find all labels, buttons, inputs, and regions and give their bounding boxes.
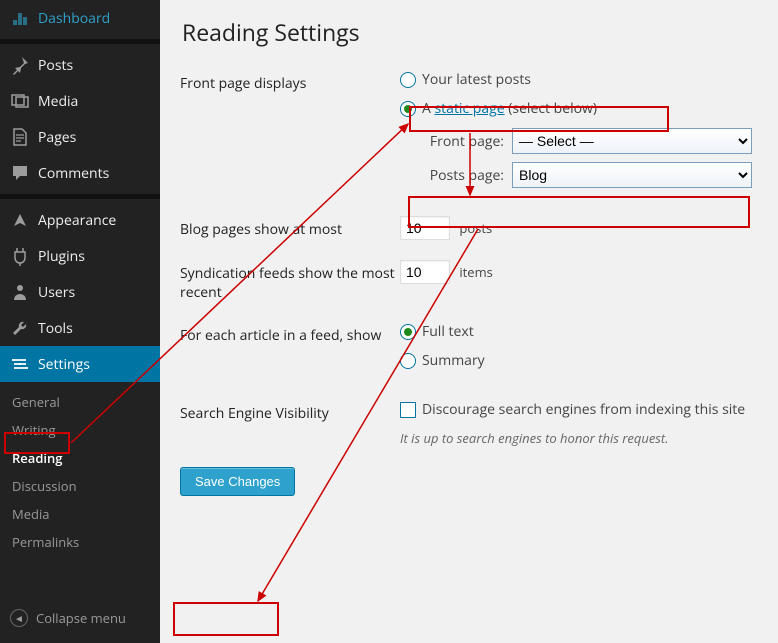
radio-summary-label: Summary — [422, 351, 485, 370]
search-engine-label: Search Engine Visibility — [180, 400, 400, 423]
static-page-link[interactable]: static page — [435, 99, 505, 118]
sidebar-label: Tools — [38, 319, 73, 338]
sidebar-item-users[interactable]: Users — [0, 274, 160, 310]
pin-icon — [10, 55, 30, 75]
sidebar-label: Dashboard — [38, 9, 110, 28]
sidebar-item-posts[interactable]: Posts — [0, 47, 160, 83]
sidebar-item-pages[interactable]: Pages — [0, 119, 160, 155]
users-icon — [10, 282, 30, 302]
submenu-media[interactable]: Media — [0, 500, 160, 528]
posts-page-select[interactable]: Blog — [512, 162, 752, 188]
front-page-select[interactable]: — Select — — [512, 128, 752, 154]
dashboard-icon — [10, 8, 30, 28]
sidebar-label: Posts — [38, 56, 73, 75]
submenu-permalinks[interactable]: Permalinks — [0, 528, 160, 556]
pages-icon — [10, 127, 30, 147]
sidebar-label: Media — [38, 92, 78, 111]
sidebar-item-tools[interactable]: Tools — [0, 310, 160, 346]
checkbox-discourage[interactable] — [400, 402, 416, 418]
appearance-icon — [10, 210, 30, 230]
search-engine-desc: It is up to search engines to honor this… — [400, 429, 758, 447]
submenu-general[interactable]: General — [0, 388, 160, 416]
radio-full-text-label: Full text — [422, 322, 474, 341]
radio-static-page-label: A static page (select below) — [422, 99, 597, 118]
syndication-label: Syndication feeds show the most recent — [180, 260, 400, 302]
sidebar-label: Comments — [38, 164, 109, 183]
settings-submenu: General Writing Reading Discussion Media… — [0, 382, 160, 564]
radio-full-text[interactable] — [400, 324, 416, 340]
front-page-displays-label: Front page displays — [180, 70, 400, 93]
settings-icon — [10, 354, 30, 374]
sidebar-label: Pages — [38, 128, 76, 147]
sidebar-label: Plugins — [38, 247, 85, 266]
syndication-unit: items — [459, 263, 492, 281]
sidebar-item-comments[interactable]: Comments — [0, 155, 160, 191]
sidebar-label: Settings — [38, 355, 90, 374]
radio-latest-posts-label: Your latest posts — [422, 70, 531, 89]
plugins-icon — [10, 246, 30, 266]
admin-sidebar: Dashboard Posts Media Pages Comments App… — [0, 0, 160, 643]
sidebar-item-appearance[interactable]: Appearance — [0, 202, 160, 238]
posts-page-select-label: Posts page: — [422, 166, 504, 185]
main-content: Reading Settings Front page displays You… — [160, 0, 778, 643]
blog-pages-label: Blog pages show at most — [180, 216, 400, 239]
tools-icon — [10, 318, 30, 338]
sidebar-item-media[interactable]: Media — [0, 83, 160, 119]
collapse-label: Collapse menu — [36, 609, 126, 627]
sidebar-item-plugins[interactable]: Plugins — [0, 238, 160, 274]
radio-static-page[interactable] — [400, 101, 416, 117]
front-page-select-label: Front page: — [422, 132, 504, 151]
blog-pages-input[interactable] — [400, 216, 450, 240]
blog-pages-unit: posts — [459, 219, 492, 237]
syndication-input[interactable] — [400, 260, 450, 284]
page-title: Reading Settings — [182, 16, 758, 48]
submenu-discussion[interactable]: Discussion — [0, 472, 160, 500]
radio-latest-posts[interactable] — [400, 72, 416, 88]
article-feed-label: For each article in a feed, show — [180, 322, 400, 345]
collapse-menu[interactable]: ◄ Collapse menu — [0, 601, 136, 635]
radio-summary[interactable] — [400, 353, 416, 369]
checkbox-discourage-label: Discourage search engines from indexing … — [422, 400, 745, 419]
sidebar-item-settings[interactable]: Settings — [0, 346, 160, 382]
submenu-reading[interactable]: Reading — [0, 444, 160, 472]
media-icon — [10, 91, 30, 111]
sidebar-label: Users — [38, 283, 75, 302]
collapse-icon: ◄ — [10, 609, 28, 627]
submenu-writing[interactable]: Writing — [0, 416, 160, 444]
sidebar-item-dashboard[interactable]: Dashboard — [0, 0, 160, 36]
save-button[interactable]: Save Changes — [180, 467, 295, 496]
sidebar-label: Appearance — [38, 211, 116, 230]
comments-icon — [10, 163, 30, 183]
